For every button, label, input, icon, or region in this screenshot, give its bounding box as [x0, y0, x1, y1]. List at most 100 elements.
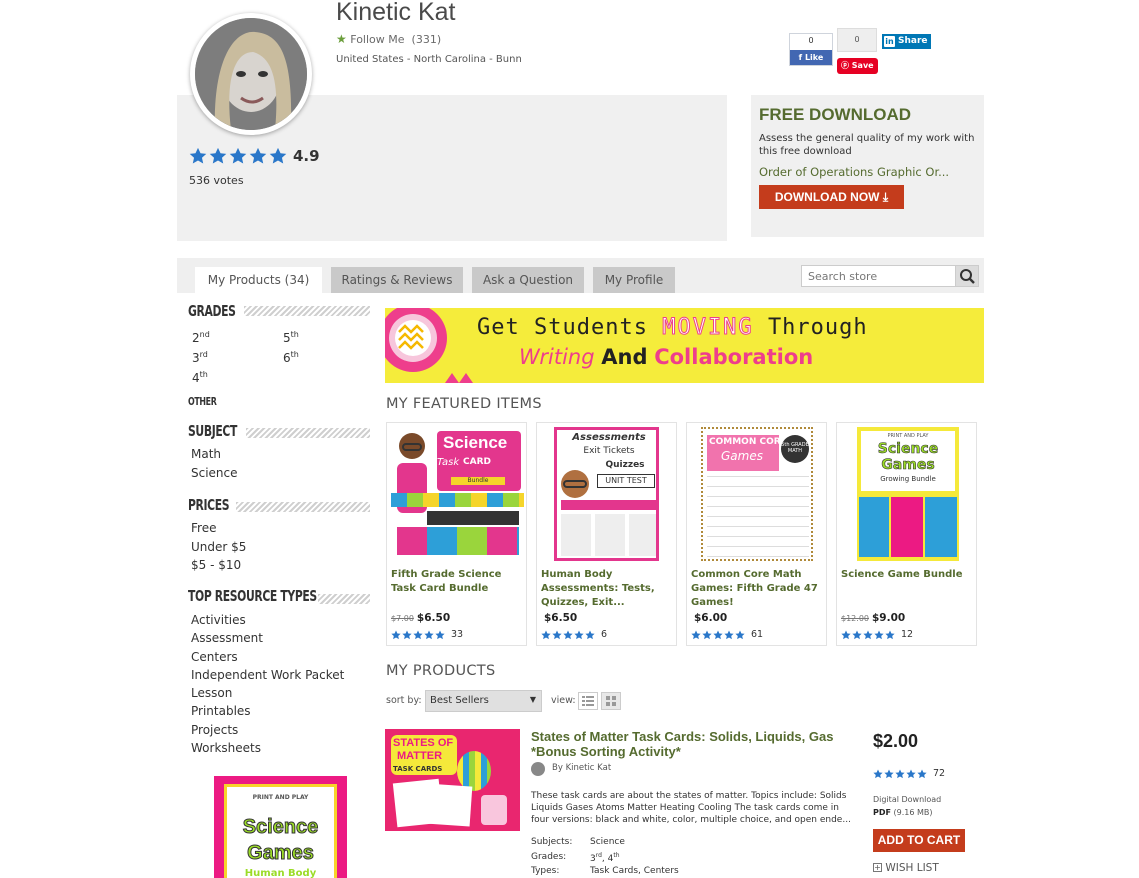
search-icon	[960, 269, 975, 284]
types-label: Types:	[531, 866, 560, 876]
featured-items-heading: MY FEATURED ITEMS	[386, 396, 542, 412]
grade-filter[interactable]: 6th	[283, 350, 299, 365]
tab-my-products[interactable]: My Products (34)	[195, 267, 322, 294]
facebook-like-button[interactable]: 0 f Like	[789, 33, 833, 66]
subject-filter[interactable]: Math	[191, 447, 221, 461]
type-filter[interactable]: Projects	[191, 723, 238, 737]
type-filter[interactable]: Worksheets	[191, 741, 261, 755]
product-title-link[interactable]: Science Game Bundle	[841, 568, 973, 582]
product-thumbnail[interactable]: Science Task CARD Bundle	[391, 427, 524, 561]
type-filter[interactable]: Lesson	[191, 686, 232, 700]
follower-count: (331)	[411, 33, 442, 46]
download-now-button[interactable]: DOWNLOAD NOW ⤓	[759, 185, 904, 209]
search-button[interactable]	[955, 265, 979, 287]
star-icon	[424, 630, 434, 639]
star-icon	[269, 147, 287, 164]
download-icon: ⤓	[882, 190, 889, 204]
grade-filter[interactable]: 4th	[192, 370, 208, 385]
grade-filter[interactable]: 2nd	[192, 330, 210, 345]
view-label: view:	[551, 695, 576, 706]
type-filter[interactable]: Centers	[191, 650, 238, 664]
linkedin-share-button[interactable]: in Share	[882, 34, 931, 49]
heading-divider	[236, 502, 370, 512]
subjects-label: Subjects:	[531, 837, 573, 847]
star-icon	[209, 147, 227, 164]
product-title-link[interactable]: Fifth Grade Science Task Card Bundle	[391, 568, 523, 596]
star-icon	[563, 630, 573, 639]
heading-divider	[318, 594, 370, 604]
pinterest-save-button[interactable]: ⓟ Save	[837, 58, 878, 74]
star-icon	[917, 769, 927, 778]
product-thumbnail[interactable]: COMMON CORE Games 5th GRADE MATH	[701, 427, 813, 561]
rating-count: 33	[451, 629, 464, 640]
sidebar-types-heading: TOP RESOURCE TYPES	[188, 587, 317, 605]
tab-ask-question[interactable]: Ask a Question	[472, 267, 584, 293]
star-icon	[884, 769, 894, 778]
product-title-link[interactable]: Human Body Assessments: Tests, Quizzes, …	[541, 568, 673, 610]
file-format: PDF (9.16 MB)	[873, 808, 933, 817]
star-icon	[841, 630, 851, 639]
linkedin-icon: in	[884, 36, 895, 47]
featured-item[interactable]: Assessments Exit Tickets Quizzes UNIT TE…	[536, 422, 677, 646]
star-icon	[552, 630, 562, 639]
price-filter[interactable]: Free	[191, 521, 216, 535]
product-title-link[interactable]: States of Matter Task Cards: Solids, Liq…	[531, 729, 856, 759]
star-icon	[249, 147, 267, 164]
tab-ratings-reviews[interactable]: Ratings & Reviews	[331, 267, 463, 293]
add-to-cart-button[interactable]: ADD TO CART	[873, 829, 965, 852]
rating-count: 12	[901, 629, 914, 640]
price-filter[interactable]: Under $5	[191, 540, 246, 554]
avatar	[190, 13, 312, 135]
heading-divider	[244, 306, 370, 316]
type-filter[interactable]: Printables	[191, 704, 251, 718]
product-thumbnail[interactable]: STATES OF MATTER TASK CARDS	[385, 729, 520, 831]
price-filter[interactable]: $5 - $10	[191, 558, 241, 572]
sidebar-subject-heading: SUBJECT	[188, 422, 237, 440]
store-rating: 4.9	[189, 147, 320, 165]
pinterest-icon: ⓟ	[841, 61, 852, 70]
star-icon	[863, 630, 873, 639]
plus-icon: +	[873, 863, 882, 872]
star-icon	[735, 630, 745, 639]
list-view-icon	[582, 696, 594, 706]
grade-filter[interactable]: 5th	[283, 330, 299, 345]
store-banner: Get Students MOVING Through Writing And …	[385, 308, 984, 383]
search-input[interactable]: Search store	[801, 265, 956, 287]
grid-view-button[interactable]	[601, 692, 621, 710]
star-icon	[229, 147, 247, 164]
product-price: $2.00	[873, 731, 919, 751]
type-filter[interactable]: Assessment	[191, 631, 263, 645]
subject-filter[interactable]: Science	[191, 466, 238, 480]
product-rating: 61	[691, 629, 763, 640]
sort-label: sort by:	[386, 695, 422, 706]
type-filter[interactable]: Independent Work Packet	[191, 668, 344, 682]
star-icon	[541, 630, 551, 639]
fb-like-count: 0	[808, 36, 814, 45]
rating-count: 72	[933, 768, 946, 779]
star-icon	[873, 769, 883, 778]
star-icon	[702, 630, 712, 639]
type-filter[interactable]: Activities	[191, 613, 246, 627]
product-rating: 72	[873, 768, 945, 779]
featured-item[interactable]: COMMON CORE Games 5th GRADE MATH Common C…	[686, 422, 827, 646]
grades-value: 3rd, 4th	[590, 852, 620, 864]
list-view-button[interactable]	[578, 692, 598, 710]
sidebar-promo-image[interactable]: PRINT AND PLAY Science Games Human Body	[214, 776, 347, 878]
star-icon	[713, 630, 723, 639]
tab-my-profile[interactable]: My Profile	[593, 267, 675, 293]
star-icon	[391, 630, 401, 639]
follow-link[interactable]: ★ Follow Me (331)	[336, 32, 441, 46]
seller-link[interactable]: By Kinetic Kat	[552, 763, 611, 773]
product-title-link[interactable]: Common Core Math Games: Fifth Grade 47 G…	[691, 568, 823, 610]
product-thumbnail[interactable]: PRINT AND PLAY Science Games Growing Bun…	[857, 427, 959, 561]
wish-list-button[interactable]: + WISH LIST	[873, 862, 939, 874]
free-download-product-link[interactable]: Order of Operations Graphic Or...	[759, 165, 949, 179]
featured-item[interactable]: PRINT AND PLAY Science Games Growing Bun…	[836, 422, 977, 646]
star-icon	[574, 630, 584, 639]
sort-select[interactable]: Best Sellers ▼	[425, 690, 542, 712]
product-thumbnail[interactable]: Assessments Exit Tickets Quizzes UNIT TE…	[554, 427, 659, 561]
grade-filter[interactable]: 3rd	[192, 350, 208, 365]
star-icon: ★	[336, 32, 347, 46]
sidebar-other-filter[interactable]: OTHER	[188, 395, 217, 408]
featured-item[interactable]: Science Task CARD Bundle Fifth Grade Sci…	[386, 422, 527, 646]
